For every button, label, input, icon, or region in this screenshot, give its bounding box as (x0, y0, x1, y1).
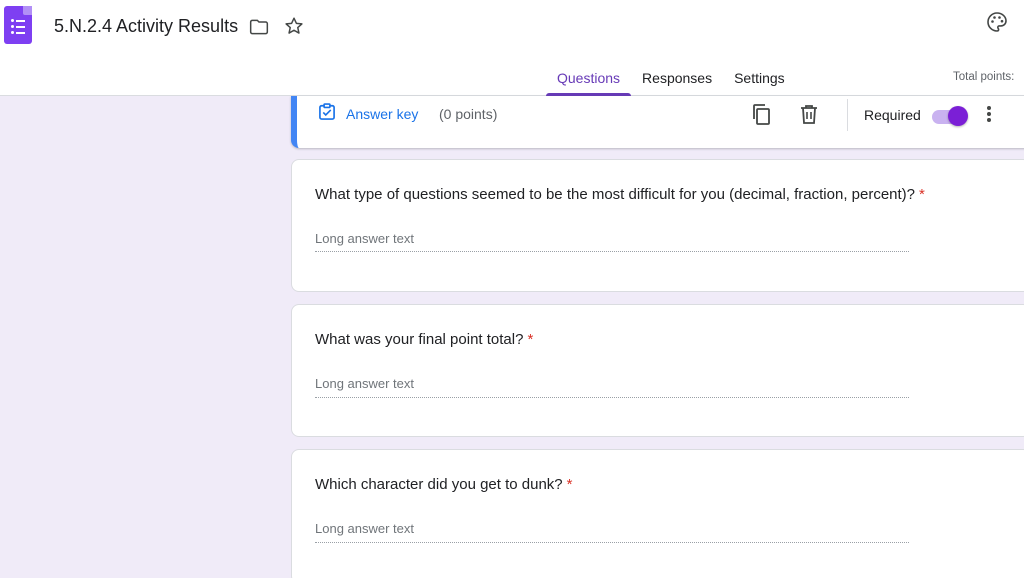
question-text: What was your final point total? (315, 331, 524, 348)
tab-settings[interactable]: Settings (723, 62, 796, 96)
logo-fold (23, 6, 32, 15)
long-answer-placeholder: Long answer text (315, 231, 415, 246)
question-footer-bar: Answer key (0 points) Required (291, 96, 1024, 148)
question-title[interactable]: What type of questions seemed to be the … (315, 186, 925, 203)
forms-app-icon[interactable] (4, 6, 32, 44)
more-options-icon[interactable] (983, 102, 995, 126)
document-title[interactable]: 5.N.2.4 Activity Results (54, 16, 238, 37)
points-value: (0 points) (439, 106, 498, 122)
tab-questions[interactable]: Questions (546, 62, 632, 96)
logo-lines (11, 19, 25, 37)
required-asterisk: * (566, 476, 573, 493)
palette-icon[interactable] (985, 10, 1009, 34)
question-card[interactable]: Which character did you get to dunk? * Lo… (291, 449, 1024, 578)
answer-underline (315, 251, 909, 252)
form-tabs: Questions Responses Settings (546, 62, 796, 96)
question-card[interactable]: What type of questions seemed to be the … (291, 159, 1024, 292)
required-asterisk: * (527, 331, 534, 348)
star-icon[interactable] (282, 14, 306, 38)
toggle-thumb (948, 106, 968, 126)
answer-key-label: Answer key (346, 106, 419, 122)
delete-icon[interactable] (797, 102, 821, 126)
total-points-label: Total points: (953, 71, 1015, 83)
answer-underline (315, 542, 909, 543)
toolbar-divider (847, 99, 848, 131)
folder-icon[interactable] (247, 15, 271, 39)
long-answer-placeholder: Long answer text (315, 376, 415, 391)
question-card[interactable]: What was your final point total? * Long a… (291, 304, 1024, 437)
tab-responses[interactable]: Responses (631, 62, 723, 96)
required-label: Required (864, 107, 921, 123)
question-text: Which character did you get to dunk? (315, 476, 563, 493)
answer-key-button[interactable]: Answer key (317, 102, 419, 127)
question-title[interactable]: Which character did you get to dunk? * (315, 476, 572, 493)
question-text: What type of questions seemed to be the … (315, 186, 916, 203)
required-toggle[interactable] (930, 105, 970, 127)
question-title[interactable]: What was your final point total? * (315, 331, 533, 348)
answer-underline (315, 397, 909, 398)
answer-key-icon (317, 102, 337, 127)
duplicate-icon[interactable] (749, 102, 773, 126)
long-answer-placeholder: Long answer text (315, 521, 415, 536)
required-asterisk: * (919, 186, 925, 203)
top-header: 5.N.2.4 Activity Results Questions Respo… (0, 0, 1024, 96)
